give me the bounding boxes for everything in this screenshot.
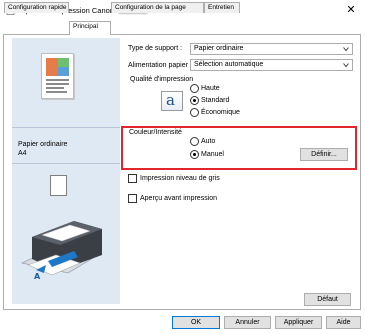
paper-source-value: Sélection automatique (194, 61, 264, 68)
define-button[interactable]: Définir... (300, 148, 348, 161)
paper-source-label: Alimentation papier : (128, 62, 192, 69)
media-type-summary: Papier ordinaire (18, 141, 68, 148)
paper-icon (50, 175, 67, 196)
tab-maintenance[interactable]: Entretien (204, 2, 240, 13)
printer-illustration: A (20, 221, 102, 281)
tab-quick-setup[interactable]: Configuration rapide (4, 2, 69, 13)
media-type-value: Papier ordinaire (194, 45, 244, 52)
cancel-button[interactable]: Annuler (224, 316, 271, 329)
defaults-button[interactable]: Défaut (304, 293, 351, 306)
color-manual-radio[interactable] (190, 150, 199, 159)
media-type-label: Type de support : (128, 45, 183, 52)
tab-main[interactable]: Principal (69, 21, 111, 35)
quality-economy-label: Économique (201, 109, 240, 116)
preview-label: Aperçu avant impression (140, 195, 218, 202)
quality-group-title: Qualité d'impression (128, 76, 196, 83)
color-auto-radio[interactable] (190, 137, 199, 146)
chevron-down-icon (343, 47, 349, 52)
media-type-select[interactable]: Papier ordinaire (190, 43, 353, 55)
paper-source-select[interactable]: Sélection automatique (190, 59, 353, 71)
quality-economy-radio[interactable] (190, 108, 199, 117)
letter-a-icon: a (161, 91, 183, 111)
grayscale-label: Impression niveau de gris (140, 175, 220, 182)
tab-page-setup[interactable]: Configuration de la page (111, 2, 204, 13)
chevron-down-icon (343, 63, 349, 68)
ok-button[interactable]: OK (172, 316, 220, 329)
quality-high-label: Haute (201, 85, 220, 92)
help-button[interactable]: Aide (326, 316, 361, 329)
page-preview (41, 53, 74, 99)
close-icon[interactable]: ✕ (345, 4, 357, 16)
grayscale-checkbox[interactable] (128, 174, 137, 183)
quality-high-radio[interactable] (190, 84, 199, 93)
color-group-title: Couleur/Intensité (129, 129, 182, 136)
page-preview-content (46, 58, 69, 93)
quality-standard-radio[interactable] (190, 96, 199, 105)
divider (12, 127, 120, 128)
color-manual-label: Manuel (201, 151, 224, 158)
divider (12, 163, 120, 164)
preview-checkbox[interactable] (128, 194, 137, 203)
page-size-summary: A4 (18, 150, 27, 157)
quality-standard-label: Standard (201, 97, 230, 104)
color-auto-label: Auto (201, 138, 216, 145)
media-summary: Papier ordinaire A4 (18, 140, 67, 158)
apply-button[interactable]: Appliquer (275, 316, 322, 329)
svg-text:A: A (34, 272, 41, 281)
letter-a-glyph: a (166, 91, 175, 109)
